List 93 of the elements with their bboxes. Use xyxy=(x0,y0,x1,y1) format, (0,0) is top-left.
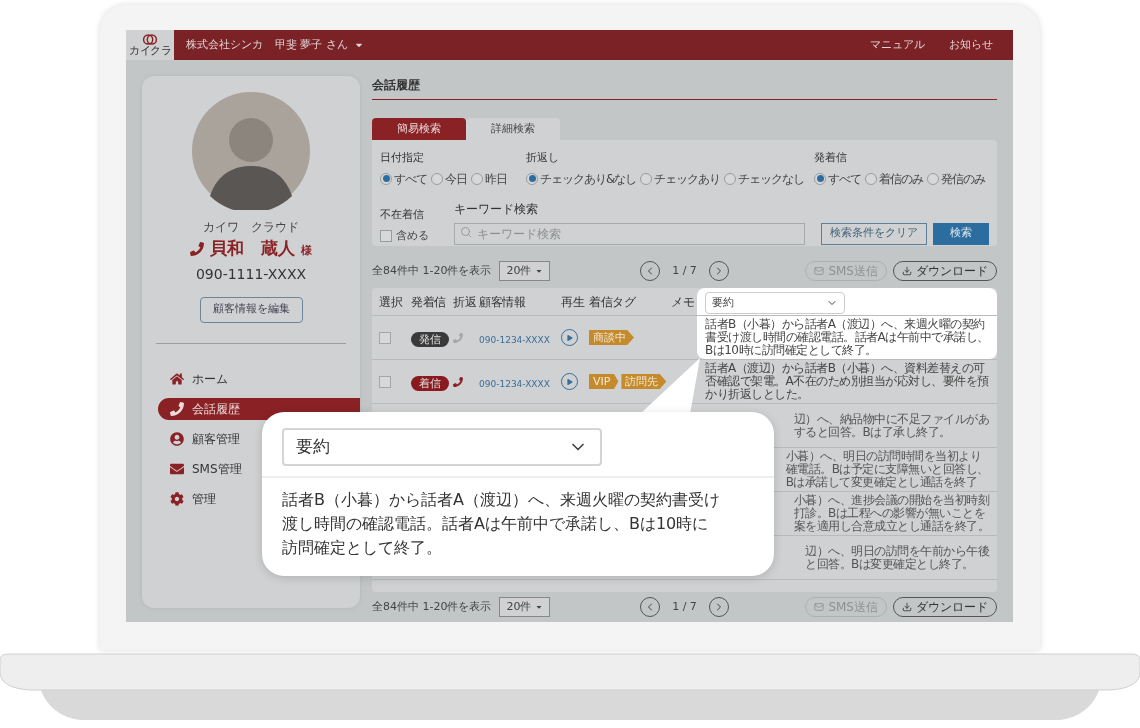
radio-label: すべて xyxy=(394,170,427,188)
per-page-select[interactable]: 20件 xyxy=(499,261,551,281)
phone-icon xyxy=(170,401,184,416)
radio-label: 発信のみ xyxy=(941,170,985,188)
caret-icon xyxy=(535,267,544,275)
radio-button[interactable] xyxy=(431,172,443,185)
filter-label: 折返し xyxy=(526,150,560,166)
play-icon xyxy=(567,378,573,385)
nav-item[interactable]: ホーム xyxy=(158,367,236,390)
user-icon xyxy=(170,431,184,446)
result-count: 全84件中 1-20件を表示 xyxy=(372,598,492,615)
clear-conditions-button[interactable]: 検索条件をクリア xyxy=(821,222,927,245)
direction-badge: 発信 xyxy=(411,331,449,347)
page-title: 会話履歴 xyxy=(372,76,997,100)
header-link[interactable]: マニュアル xyxy=(870,36,925,54)
summary-text: 辺）へ、明日の訪問を午前から午後 と回答。Bは変更確定とし終了。 xyxy=(805,544,989,571)
download-icon xyxy=(902,602,912,612)
play-icon xyxy=(567,334,573,341)
customer-phone: 090-1111-XXXX xyxy=(195,264,307,284)
summary-text: 話者B（小暮）から話者A（渡辺）へ、来週火曜の契約書受け渡し時間の確認電話。話者Aは午前中で承諾し、Bは10時に訪問確定として終了。 xyxy=(705,318,989,357)
radio-label: 今日 xyxy=(445,170,467,188)
summary-select[interactable]: 要約 xyxy=(282,428,602,466)
nav-item[interactable]: SMS管理 xyxy=(158,457,250,480)
column-header: 選択 xyxy=(379,293,404,311)
honorific: 様 xyxy=(301,243,312,259)
search-tab[interactable]: 簡易検索 xyxy=(372,118,466,140)
call-tag: VIP xyxy=(589,374,619,389)
radio-label: 昨日 xyxy=(485,170,507,188)
radio-button[interactable] xyxy=(471,172,483,185)
row-checkbox[interactable] xyxy=(379,375,391,388)
column-header: 発着信 xyxy=(411,293,447,311)
summary-text: 小暮）へ、明日の訪問時間を当初より 確電話。Bは予定に支障無いと回答し、 Bは承諾して変更確定とし通話を終了 xyxy=(785,450,989,489)
radio-button[interactable] xyxy=(927,172,939,185)
search-tab[interactable]: 詳細検索 xyxy=(466,118,560,140)
search-icon xyxy=(460,225,472,238)
radio-button[interactable] xyxy=(526,172,538,185)
direction-badge: 着信 xyxy=(411,375,449,391)
column-header: 再生 xyxy=(561,293,586,311)
customer-kana: カイワ クラウド xyxy=(203,219,299,236)
caret-icon xyxy=(535,603,544,611)
logo-icon xyxy=(142,34,158,45)
radio-button[interactable] xyxy=(724,172,737,185)
customer-name: 貝和 蔵人 xyxy=(210,237,295,260)
radio-label: チェックなし xyxy=(738,170,805,188)
summary-text: 小暮）へ、進捗会議の開始を当初時刻 打診。Bは工程への影響が無いことを 案を適用し合意成立とし通話を終了。 xyxy=(793,494,989,533)
user-menu[interactable]: 甲斐 夢子 さん xyxy=(275,36,364,54)
call-tag: 商談中 xyxy=(589,330,634,345)
radio-label: チェックあり&なし xyxy=(540,170,637,188)
radio-button[interactable] xyxy=(640,172,653,185)
page-indicator: 1 / 7 xyxy=(672,262,697,279)
logo-text: カイクラ xyxy=(129,45,171,56)
search-button[interactable]: 検索 xyxy=(933,222,989,245)
customer-phone-link[interactable]: 090-1234-XXXX xyxy=(479,378,550,389)
call-tag: 訪問先 xyxy=(621,374,667,389)
summary-text: 話者A（渡辺）から話者B（小暮）へ、資料差替えの可否確認で架電。A不在のため別担当が応対し、要件を預かり折返しとした。 xyxy=(705,362,989,401)
mail-icon xyxy=(814,602,825,612)
column-header: メモ xyxy=(671,293,695,311)
home-icon xyxy=(170,371,184,386)
filter-label: 日付指定 xyxy=(380,150,425,166)
filter-label: 不在着信 xyxy=(380,206,425,223)
radio-label: チェックあり xyxy=(654,170,721,188)
company-name: 株式会社シンカ xyxy=(186,36,263,53)
keyword-search-field[interactable]: キーワード検索 xyxy=(454,222,805,245)
nav-item[interactable]: 顧客管理 xyxy=(158,427,248,450)
filter-label: キーワード検索 xyxy=(454,200,539,218)
column-header: 折返 xyxy=(453,293,477,311)
row-checkbox[interactable] xyxy=(379,331,391,344)
per-page-select[interactable]: 20件 xyxy=(499,597,551,617)
checkbox[interactable] xyxy=(380,230,392,243)
radio-button[interactable] xyxy=(865,172,877,185)
column-header: 着信タグ xyxy=(589,293,637,311)
header-link[interactable]: お知らせ xyxy=(949,36,993,54)
summary-text: 辺）へ、納品物中に不足ファイルがあ すると回答。Bは了承し終了。 xyxy=(793,412,989,439)
edit-customer-button[interactable]: 顧客情報を編集 xyxy=(199,296,303,323)
filter-label: 発着信 xyxy=(814,150,848,166)
download-button[interactable]: ダウンロード xyxy=(893,261,997,281)
radio-button[interactable] xyxy=(814,172,826,185)
settings-icon xyxy=(170,491,184,506)
customer-phone-link[interactable]: 090-1234-XXXX xyxy=(479,334,550,345)
radio-button[interactable] xyxy=(380,172,392,185)
envelope-icon xyxy=(170,461,184,476)
result-count: 全84件中 1-20件を表示 xyxy=(372,262,492,279)
page-indicator: 1 / 7 xyxy=(672,598,697,615)
summary-select[interactable]: 要約 xyxy=(705,292,845,314)
column-header: 顧客情報 xyxy=(479,293,526,311)
checkbox-label: 含める xyxy=(396,228,429,244)
phone-icon xyxy=(190,241,204,256)
download-icon xyxy=(902,266,912,276)
radio-label: すべて xyxy=(828,170,861,188)
summary-text: 話者B（小暮）から話者A（渡辺）へ、来週火曜の契約書受け渡し時間の確認電話。話者Aは午前中で承諾し、Bは10時に訪問確定として終了。 xyxy=(282,489,721,559)
mail-icon xyxy=(814,266,825,276)
radio-label: 着信のみ xyxy=(879,170,923,188)
nav-item[interactable]: 管理 xyxy=(158,487,224,510)
